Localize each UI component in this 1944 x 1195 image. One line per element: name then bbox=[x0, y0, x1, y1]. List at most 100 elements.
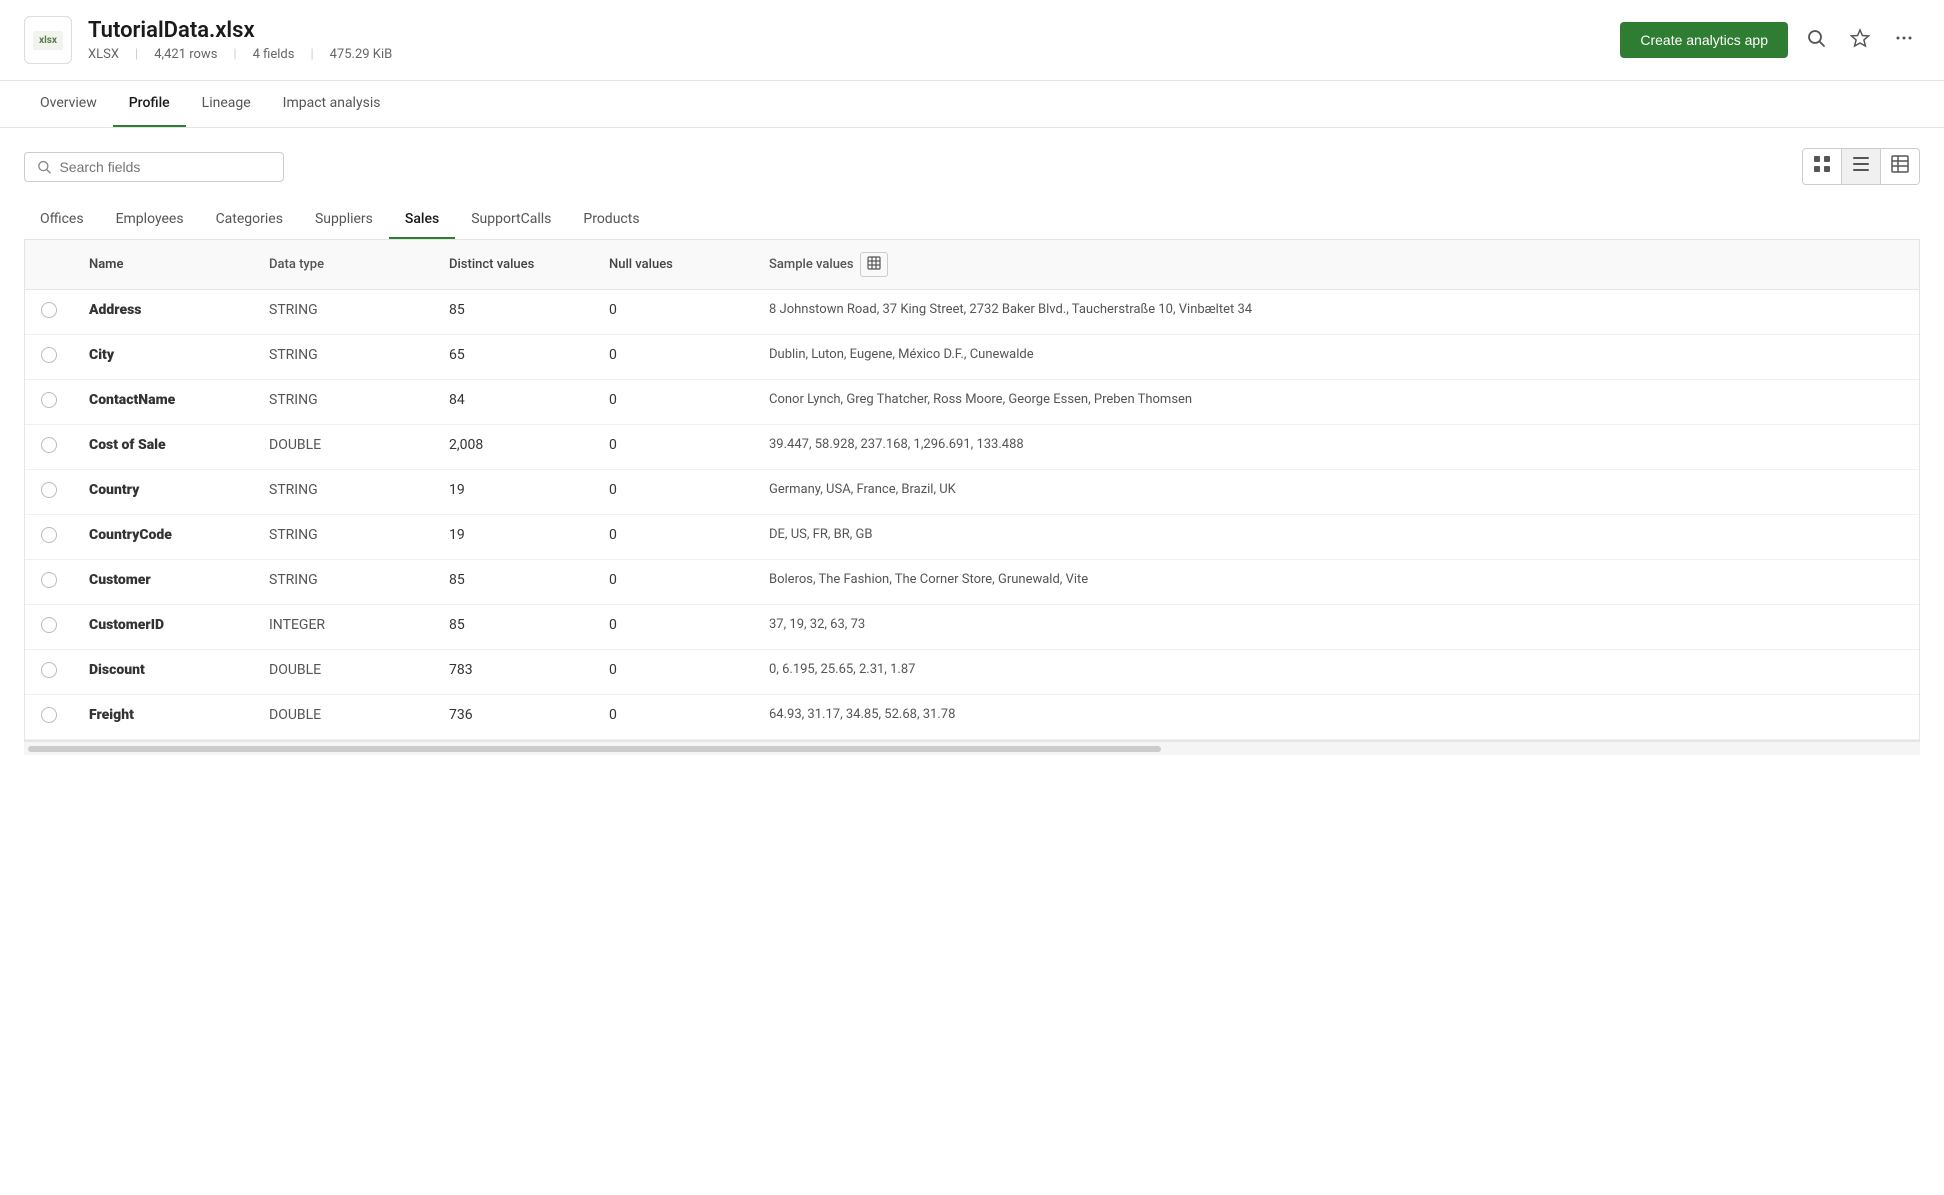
view-toggle-group bbox=[1802, 148, 1920, 185]
row-distinct-5: 19 bbox=[433, 515, 593, 560]
row-select-0[interactable] bbox=[25, 290, 73, 335]
row-null-8: 0 bbox=[593, 650, 753, 695]
col-null-header: Null values bbox=[593, 240, 753, 290]
file-info: TutorialData.xlsx XLSX | 4,421 rows | 4 … bbox=[88, 18, 1620, 62]
col-name-header: Name bbox=[73, 240, 253, 290]
table-row: Freight DOUBLE 736 0 64.93, 31.17, 34.85… bbox=[25, 695, 1919, 740]
row-radio-7[interactable] bbox=[41, 617, 57, 633]
search-icon-button[interactable] bbox=[1800, 22, 1832, 59]
row-distinct-6: 85 bbox=[433, 560, 593, 605]
search-icon bbox=[37, 159, 51, 175]
table-row: Address STRING 85 0 8 Johnstown Road, 37… bbox=[25, 290, 1919, 335]
row-sample-8: 0, 6.195, 25.65, 2.31, 1.87 bbox=[753, 650, 1919, 695]
row-radio-4[interactable] bbox=[41, 482, 57, 498]
row-distinct-2: 84 bbox=[433, 380, 593, 425]
row-null-3: 0 bbox=[593, 425, 753, 470]
page-header: xlsx TutorialData.xlsx XLSX | 4,421 rows… bbox=[0, 0, 1944, 81]
row-select-5[interactable] bbox=[25, 515, 73, 560]
row-select-4[interactable] bbox=[25, 470, 73, 515]
sheet-tabs: Offices Employees Categories Suppliers S… bbox=[24, 201, 1920, 240]
row-sample-5: DE, US, FR, BR, GB bbox=[753, 515, 1919, 560]
more-options-button[interactable] bbox=[1888, 22, 1920, 59]
row-distinct-7: 85 bbox=[433, 605, 593, 650]
sheet-tab-supportcalls[interactable]: SupportCalls bbox=[455, 201, 567, 239]
row-radio-3[interactable] bbox=[41, 437, 57, 453]
search-icon bbox=[1806, 28, 1826, 48]
row-name-8: Discount bbox=[73, 650, 253, 695]
scrollbar-thumb[interactable] bbox=[28, 746, 1161, 752]
col-datatype-header: Data type bbox=[253, 240, 433, 290]
row-radio-5[interactable] bbox=[41, 527, 57, 543]
table-row: Cost of Sale DOUBLE 2,008 0 39.447, 58.9… bbox=[25, 425, 1919, 470]
row-distinct-9: 736 bbox=[433, 695, 593, 740]
row-radio-2[interactable] bbox=[41, 392, 57, 408]
profile-content: Offices Employees Categories Suppliers S… bbox=[0, 128, 1944, 775]
file-rows: 4,421 rows bbox=[154, 47, 217, 62]
sheet-tab-sales[interactable]: Sales bbox=[389, 201, 455, 239]
main-tabs: Overview Profile Lineage Impact analysis bbox=[0, 81, 1944, 128]
row-sample-1: Dublin, Luton, Eugene, México D.F., Cune… bbox=[753, 335, 1919, 380]
row-sample-2: Conor Lynch, Greg Thatcher, Ross Moore, … bbox=[753, 380, 1919, 425]
col-sample-header: Sample values bbox=[753, 240, 1919, 290]
sheet-tab-categories[interactable]: Categories bbox=[200, 201, 299, 239]
row-name-3: Cost of Sale bbox=[73, 425, 253, 470]
row-select-6[interactable] bbox=[25, 560, 73, 605]
row-name-9: Freight bbox=[73, 695, 253, 740]
search-input[interactable] bbox=[59, 159, 271, 175]
table-row: City STRING 65 0 Dublin, Luton, Eugene, … bbox=[25, 335, 1919, 380]
row-null-0: 0 bbox=[593, 290, 753, 335]
sheet-tab-offices[interactable]: Offices bbox=[24, 201, 100, 239]
row-radio-1[interactable] bbox=[41, 347, 57, 363]
row-distinct-1: 65 bbox=[433, 335, 593, 380]
row-datatype-9: DOUBLE bbox=[253, 695, 433, 740]
tab-overview[interactable]: Overview bbox=[24, 81, 113, 127]
table-row: CountryCode STRING 19 0 DE, US, FR, BR, … bbox=[25, 515, 1919, 560]
table-row: Customer STRING 85 0 Boleros, The Fashio… bbox=[25, 560, 1919, 605]
row-radio-9[interactable] bbox=[41, 707, 57, 723]
star-icon-button[interactable] bbox=[1844, 22, 1876, 59]
horizontal-scrollbar[interactable] bbox=[24, 741, 1920, 755]
tab-lineage[interactable]: Lineage bbox=[186, 81, 267, 127]
row-null-1: 0 bbox=[593, 335, 753, 380]
row-datatype-0: STRING bbox=[253, 290, 433, 335]
row-radio-6[interactable] bbox=[41, 572, 57, 588]
file-type: XLSX bbox=[88, 47, 119, 62]
file-type-label: xlsx bbox=[33, 31, 63, 50]
row-name-5: CountryCode bbox=[73, 515, 253, 560]
row-null-2: 0 bbox=[593, 380, 753, 425]
sheet-tab-employees[interactable]: Employees bbox=[100, 201, 200, 239]
row-select-3[interactable] bbox=[25, 425, 73, 470]
row-name-1: City bbox=[73, 335, 253, 380]
sheet-tab-products[interactable]: Products bbox=[567, 201, 655, 239]
row-select-8[interactable] bbox=[25, 650, 73, 695]
row-select-2[interactable] bbox=[25, 380, 73, 425]
file-meta: XLSX | 4,421 rows | 4 fields | 475.29 Ki… bbox=[88, 47, 1620, 62]
row-datatype-6: STRING bbox=[253, 560, 433, 605]
detail-view-button[interactable] bbox=[1881, 149, 1919, 184]
row-sample-3: 39.447, 58.928, 237.168, 1,296.691, 133.… bbox=[753, 425, 1919, 470]
row-name-0: Address bbox=[73, 290, 253, 335]
row-select-7[interactable] bbox=[25, 605, 73, 650]
sample-view-button[interactable] bbox=[860, 252, 888, 277]
table-grid-icon bbox=[867, 256, 881, 270]
row-select-1[interactable] bbox=[25, 335, 73, 380]
row-datatype-8: DOUBLE bbox=[253, 650, 433, 695]
row-radio-0[interactable] bbox=[41, 302, 57, 318]
fields-table: Name Data type Distinct values Null valu… bbox=[24, 240, 1920, 741]
tab-impact-analysis[interactable]: Impact analysis bbox=[267, 81, 397, 127]
file-icon: xlsx bbox=[24, 16, 72, 64]
row-radio-8[interactable] bbox=[41, 662, 57, 678]
col-select-header bbox=[25, 240, 73, 290]
row-datatype-7: INTEGER bbox=[253, 605, 433, 650]
search-bar[interactable] bbox=[24, 152, 284, 182]
table-row: ContactName STRING 84 0 Conor Lynch, Gre… bbox=[25, 380, 1919, 425]
more-options-icon bbox=[1894, 28, 1914, 48]
tab-profile[interactable]: Profile bbox=[113, 81, 186, 127]
create-analytics-app-button[interactable]: Create analytics app bbox=[1620, 22, 1788, 58]
row-select-9[interactable] bbox=[25, 695, 73, 740]
toolbar bbox=[24, 148, 1920, 185]
sheet-tab-suppliers[interactable]: Suppliers bbox=[299, 201, 389, 239]
list-view-button[interactable] bbox=[1842, 149, 1881, 184]
grid-view-button[interactable] bbox=[1803, 149, 1842, 184]
grid-icon bbox=[1813, 155, 1831, 173]
